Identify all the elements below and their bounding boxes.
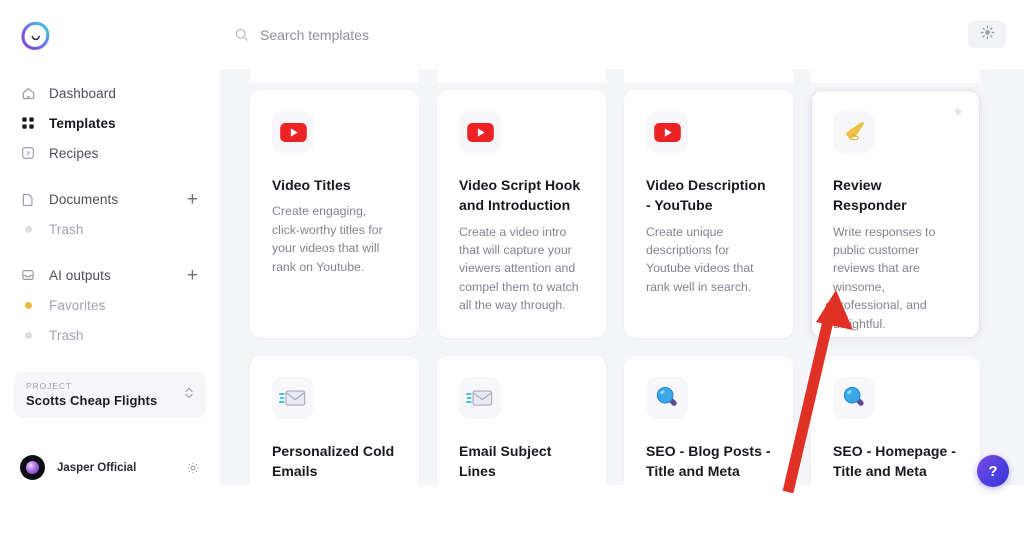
youtube-icon [272,111,314,153]
template-card-title: SEO - Homepage - Title and Meta [833,443,956,480]
template-card-desc: Create a video intro that will capture y… [459,224,579,313]
search-container[interactable] [234,26,968,43]
magnifier-icon [833,377,875,419]
template-card-stub[interactable] [250,69,419,83]
sidebar-item-label: Dashboard [49,85,116,101]
sidebar-item-ai-trash[interactable]: Trash [14,320,206,350]
inbox-icon [20,267,36,283]
template-card-title: SEO - Blog Posts - Title and Meta [646,443,771,480]
template-card-personalized-cold-emails[interactable]: Personalized Cold Emails [250,356,419,506]
lightbulb-button[interactable] [968,21,1006,48]
recipe-icon [20,145,36,161]
sidebar-item-label: Templates [49,115,116,131]
topbar [220,0,1024,69]
magnifier-icon [646,377,688,419]
template-card-title: Video Script Hook and Introduction [459,177,581,214]
template-card-title: Email Subject Lines [459,443,552,480]
template-card-stub[interactable] [624,69,793,83]
add-document-button[interactable]: + [187,190,200,209]
dot-icon [20,327,36,343]
template-card-title: Video Description - YouTube [646,177,766,214]
sidebar-item-label: Favorites [49,297,106,313]
template-card-email-subject-lines[interactable]: Email Subject Lines [437,356,606,506]
youtube-icon [459,111,501,153]
search-input[interactable] [260,26,580,43]
help-button[interactable]: ? [977,455,1009,487]
lightbulb-icon [980,25,995,45]
template-card-video-description[interactable]: Video Description - YouTube Create uniqu… [624,90,793,338]
sidebar-item-label: Trash [49,327,84,343]
search-icon [234,27,249,42]
avatar[interactable] [20,455,45,480]
template-card-desc: Create engaging, click-worthy titles for… [272,204,383,274]
template-card-title: Video Titles [272,177,351,193]
template-card-video-titles[interactable]: Video Titles Create engaging, click-wort… [250,90,419,338]
template-row-1: Video Titles Create engaging, click-wort… [250,90,994,338]
primary-nav: Dashboard Templates Recipes Documents + … [14,78,206,350]
template-card-review-responder[interactable]: ★ Review Responder Write responses to pu… [811,90,980,338]
grid-icon [20,115,36,131]
sidebar-item-documents-trash[interactable]: Trash [14,214,206,244]
user-name: Jasper Official [57,461,137,474]
sidebar-item-favorites[interactable]: Favorites [14,290,206,320]
sidebar-item-documents[interactable]: Documents + [14,184,206,214]
incoming-envelope-icon [272,377,314,419]
sidebar-item-label: Recipes [49,145,99,161]
dot-icon-gold [20,297,36,313]
template-card-seo-homepage[interactable]: SEO - Homepage - Title and Meta [811,356,980,506]
template-row-2: Personalized Cold Emails Email Subject L… [250,356,994,506]
main-content: Video Titles Create engaging, click-wort… [220,0,1024,536]
youtube-icon [646,111,688,153]
template-card-seo-blog-posts[interactable]: SEO - Blog Posts - Title and Meta [624,356,793,506]
viewport-bottom-crop [220,485,1024,536]
sidebar-item-label: Documents [49,191,119,207]
add-ai-output-button[interactable]: + [187,266,200,285]
jasper-logo[interactable] [20,21,51,52]
template-card-desc: Write responses to public customer revie… [833,224,936,331]
star-icon[interactable]: ★ [952,105,964,118]
gear-icon[interactable] [186,461,200,475]
incoming-envelope-icon [459,377,501,419]
template-card-title: Personalized Cold Emails [272,443,395,480]
project-text: PROJECT Scotts Cheap Flights [26,381,184,408]
template-card-video-script-hook[interactable]: Video Script Hook and Introduction Creat… [437,90,606,338]
document-icon [20,191,36,207]
megaphone-icon [833,111,875,153]
home-icon [20,85,36,101]
template-card-title: Review Responder [833,177,907,214]
templates-grid: Video Titles Create engaging, click-wort… [220,69,1024,536]
chevron-updown-icon[interactable] [184,385,194,404]
nav-spacer-2 [14,244,206,260]
template-card-stub[interactable] [811,69,980,83]
dot-icon [20,221,36,237]
logo-container[interactable] [14,0,206,72]
app-root: Dashboard Templates Recipes Documents + … [0,0,1024,536]
sidebar-item-templates[interactable]: Templates [14,108,206,138]
sidebar-item-recipes[interactable]: Recipes [14,138,206,168]
project-selector[interactable]: PROJECT Scotts Cheap Flights [14,372,206,418]
sidebar-item-ai-outputs[interactable]: AI outputs + [14,260,206,290]
project-name: Scotts Cheap Flights [26,393,158,408]
template-card-stub[interactable] [437,69,606,83]
sidebar-item-label: Trash [49,221,84,237]
sidebar-item-dashboard[interactable]: Dashboard [14,78,206,108]
jasper-logo-icon [21,21,50,50]
help-button-label: ? [988,462,998,480]
template-card-desc: Create unique descriptions for Youtube v… [646,224,754,294]
project-kicker: PROJECT [26,381,72,391]
sidebar-item-label: AI outputs [49,267,111,283]
user-row[interactable]: Jasper Official [14,455,206,480]
sidebar: Dashboard Templates Recipes Documents + … [0,0,220,536]
partial-row [250,69,994,83]
